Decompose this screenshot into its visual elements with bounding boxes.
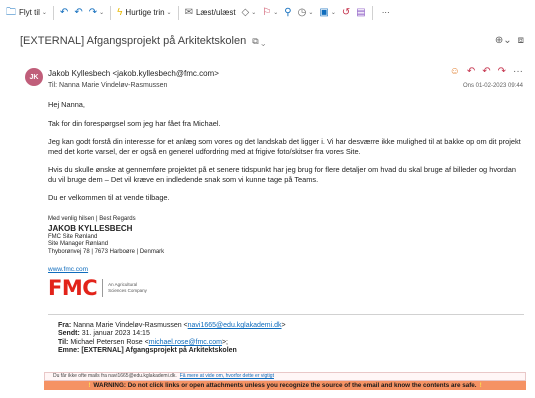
categorize-button[interactable]: ◇ ⌄: [239, 3, 260, 22]
body-paragraph: Hvis du skulle ønske at gennemføre proje…: [48, 165, 516, 184]
envelope-open-icon: ✉: [184, 6, 193, 18]
reply-all-icon[interactable]: ↶: [482, 66, 490, 77]
forwarded-header: Fra: Nanna Marie Vindeløv-Rasmussen <nav…: [58, 322, 286, 356]
move-to-button[interactable]: 🗀 Flyt til ⌄: [3, 3, 50, 22]
reply-button[interactable]: ↶: [57, 3, 71, 22]
undo-button[interactable]: ↺: [339, 3, 353, 22]
subject-text: [EXTERNAL] Afgangsprojekt på Arkitektsko…: [20, 35, 247, 47]
message-actions: ☺ ↶ ↶ ↷ ···: [450, 66, 523, 77]
rules-icon: ▣: [319, 6, 329, 18]
email-body: Hej Nanna, Tak for din forespørgsel som …: [48, 100, 524, 212]
book-icon: ▤: [356, 6, 366, 18]
avatar[interactable]: JK: [25, 68, 43, 86]
reply-all-button[interactable]: ↶: [71, 3, 85, 22]
fmc-logo-mark: FMC: [48, 276, 98, 300]
body-paragraph: Hej Nanna,: [48, 100, 85, 109]
chevron-down-icon: ⌄: [330, 10, 336, 16]
body-paragraph: Tak for din forespørgsel som jeg har fåe…: [48, 118, 221, 128]
undo-icon: ↺: [341, 6, 351, 18]
body-paragraph: Du er velkommen til at vende tilbage.: [48, 193, 170, 202]
quick-steps-button[interactable]: ϟ Hurtige trin ⌄: [114, 3, 174, 22]
pin-icon: ⚲: [284, 6, 292, 18]
to-label: Til:: [48, 82, 58, 89]
learn-more-link[interactable]: Få mere at vide om, hvorfor dette er vig…: [180, 373, 274, 379]
signature-line: FMC Site Rønland: [48, 233, 98, 240]
rules-button[interactable]: ▣ ⌄: [316, 3, 338, 22]
external-sender-notice: Du får ikke ofte mails fra navi1665@edu.…: [44, 372, 526, 381]
sender[interactable]: Jakob Kyllesbech <jakob.kyllesbech@fmc.c…: [48, 69, 219, 78]
warning-banner: ! WARNING: Do not click links or open att…: [44, 381, 526, 390]
chevron-down-icon: ⌄: [251, 10, 257, 16]
more-icon[interactable]: ···: [513, 66, 523, 77]
lightning-icon: ϟ: [117, 6, 123, 18]
chevron-down-icon: ⌄: [308, 10, 314, 16]
recipient-line: Til: Nanna Marie Vindeløv-Rasmussen: [48, 82, 167, 89]
chevron-down-icon: ⌄: [166, 10, 172, 16]
body-paragraph: Jeg kan godt forstå din interesse for et…: [48, 137, 521, 156]
tag-icon[interactable]: ⧉ ⌄: [252, 36, 265, 47]
forward-icon: ↷: [88, 6, 98, 18]
forwarded-from-email[interactable]: navi1665@edu.kglakademi.dk: [188, 322, 282, 329]
emoji-reaction-icon[interactable]: ☺: [450, 66, 460, 77]
clock-icon: ◷: [297, 6, 307, 18]
ribbon-toolbar: 🗀 Flyt til ⌄ ↶ ↶ ↷ ⌄ ϟ Hurtige trin ⌄ ✉ …: [0, 0, 535, 25]
forwarded-sent: Sendt: 31. januar 2023 14:15: [58, 330, 150, 338]
website-link[interactable]: www.fmc.com: [48, 266, 88, 273]
chevron-down-icon: ⌄: [99, 10, 105, 16]
forwarded-subject: Emne: [EXTERNAL] Afgangsprojekt på Arkit…: [58, 347, 237, 355]
toolbar-separator: [371, 5, 373, 20]
reply-all-icon: ↶: [74, 6, 83, 18]
signature-greeting: Med venlig hilsen | Best Regards: [48, 216, 136, 222]
email-date: Ons 01-02-2023 09:44: [462, 83, 523, 89]
more-options-button[interactable]: ···: [376, 3, 393, 22]
immersive-reader-button[interactable]: ▤: [353, 3, 368, 22]
chevron-down-icon: ⌄: [41, 10, 47, 16]
pin-button[interactable]: ⚲: [281, 3, 294, 22]
logo-divider: [102, 279, 104, 297]
signature-line: Site Manager Rønland: [48, 241, 109, 247]
forwarded-to-email[interactable]: michael.rose@fmc.com: [149, 339, 222, 346]
forwarded-to: Til: Michael Petersen Rose <michael.rose…: [58, 338, 229, 346]
reply-icon[interactable]: ↶: [467, 66, 475, 77]
tag-icon: ◇: [241, 6, 250, 18]
forward-icon[interactable]: ↷: [498, 66, 506, 77]
logo-tagline: An Agricultural Sciences Company: [108, 282, 147, 293]
toolbar-separator: [52, 5, 54, 20]
signature-name: JAKOB KYLLESBECH: [48, 223, 133, 233]
chevron-down-icon: ⌄: [273, 10, 279, 16]
forward-divider: [48, 314, 524, 315]
reply-icon: ↶: [59, 6, 69, 18]
subject-actions: ⊕⌄ ⧈: [495, 35, 524, 46]
email-subject: [EXTERNAL] Afgangsprojekt på Arkitektsko…: [20, 35, 265, 47]
warning-icon: !: [479, 382, 482, 389]
read-unread-button[interactable]: ✉ Læst/ulæst: [182, 3, 239, 22]
flag-button[interactable]: ⚐ ⌄: [259, 3, 281, 22]
recipient[interactable]: Nanna Marie Vindeløv-Rasmussen: [59, 82, 167, 89]
toolbar-separator: [110, 5, 112, 20]
signature-line: Thyborønvej 78 | 7673 Harboøre | Denmark: [48, 248, 165, 255]
fmc-logo: FMC An Agricultural Sciences Company: [48, 277, 148, 299]
zoom-icon[interactable]: ⊕⌄: [495, 35, 512, 46]
forwarded-from: Fra: Nanna Marie Vindeløv-Rasmussen <nav…: [58, 322, 286, 329]
folder-move-icon: 🗀: [6, 6, 16, 18]
popout-icon[interactable]: ⧈: [518, 35, 524, 46]
forward-button[interactable]: ↷ ⌄: [86, 3, 107, 22]
flag-icon: ⚐: [262, 6, 272, 18]
warning-icon: !: [88, 382, 91, 389]
snooze-button[interactable]: ◷ ⌄: [295, 3, 317, 22]
signature: Med venlig hilsen | Best Regards JAKOB K…: [48, 216, 164, 256]
toolbar-separator: [177, 5, 179, 20]
